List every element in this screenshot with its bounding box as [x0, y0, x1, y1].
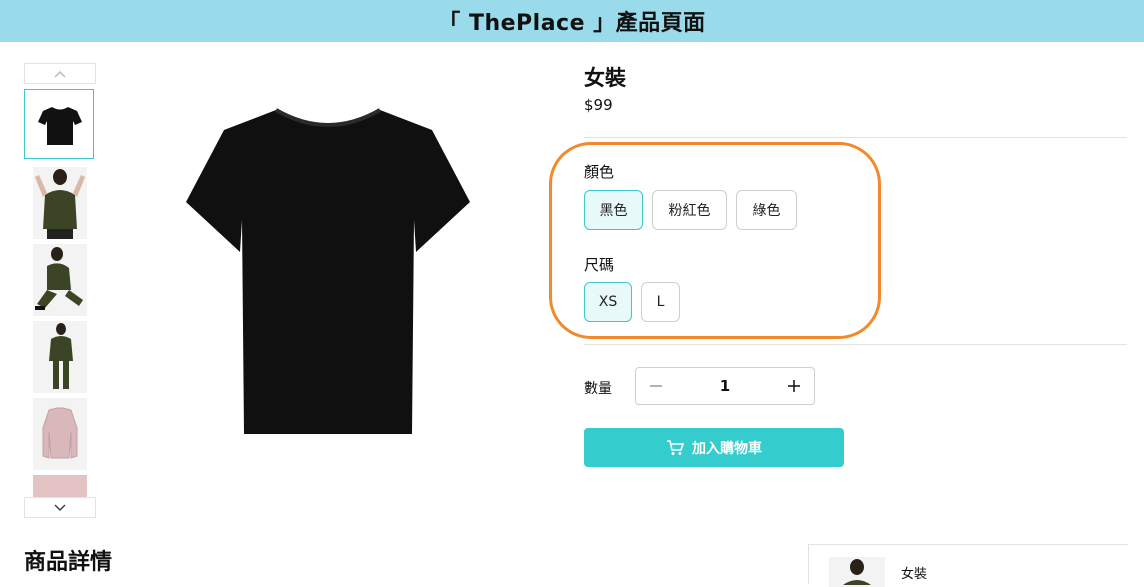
gallery-prev-button[interactable]: [24, 63, 96, 84]
page-title: 「 ThePlace 」產品頁面: [438, 11, 706, 36]
thumbnail-olive-outfit-standing[interactable]: [33, 321, 87, 393]
cart-icon: [667, 440, 684, 455]
size-label: 尺碼: [584, 256, 615, 274]
chevron-up-icon: [54, 70, 66, 78]
model-photo-icon: [843, 559, 871, 585]
color-option-black[interactable]: 黑色: [584, 190, 643, 230]
thumbnail-pink-fabric[interactable]: [33, 475, 87, 497]
model-photo-icon: [35, 169, 85, 239]
quantity-label: 數量: [584, 381, 612, 397]
quantity-decrease-button[interactable]: [636, 368, 676, 404]
plus-icon: [788, 380, 800, 392]
quantity-value[interactable]: 1: [676, 377, 774, 395]
divider: [584, 344, 1127, 345]
color-option-pink[interactable]: 粉紅色: [652, 190, 727, 230]
product-price: $99: [584, 96, 613, 114]
gallery-next-button[interactable]: [24, 497, 96, 518]
jacket-photo-icon: [42, 407, 78, 459]
thumbnail-olive-top-model[interactable]: [33, 167, 87, 239]
thumbnail-pink-jacket[interactable]: [33, 398, 87, 470]
page-header: 「 ThePlace 」產品頁面: [0, 0, 1144, 42]
add-to-cart-label: 加入購物車: [692, 440, 762, 457]
quantity-stepper: 1: [635, 367, 815, 405]
model-photo-icon: [49, 323, 73, 389]
recommended-product-name: 女裝: [901, 567, 928, 582]
thumbnail-selected-frame: [24, 89, 94, 159]
add-to-cart-button[interactable]: 加入購物車: [584, 428, 844, 467]
recommended-product-card[interactable]: 女裝: [808, 544, 1128, 587]
main-product-image: [186, 108, 470, 434]
recommended-product-image: [829, 557, 885, 587]
minus-icon: [650, 385, 662, 387]
size-option-l[interactable]: L: [641, 282, 680, 322]
chevron-down-icon: [54, 503, 66, 511]
size-option-xs[interactable]: XS: [584, 282, 632, 322]
color-option-green[interactable]: 綠色: [736, 190, 797, 230]
divider: [584, 137, 1127, 138]
product-title: 女裝: [584, 66, 626, 90]
quantity-increase-button[interactable]: [774, 368, 814, 404]
thumbnail-olive-outfit-sitting[interactable]: [33, 244, 87, 316]
model-photo-icon: [35, 247, 83, 310]
color-label: 顏色: [584, 163, 615, 181]
details-title: 商品詳情: [24, 550, 113, 575]
